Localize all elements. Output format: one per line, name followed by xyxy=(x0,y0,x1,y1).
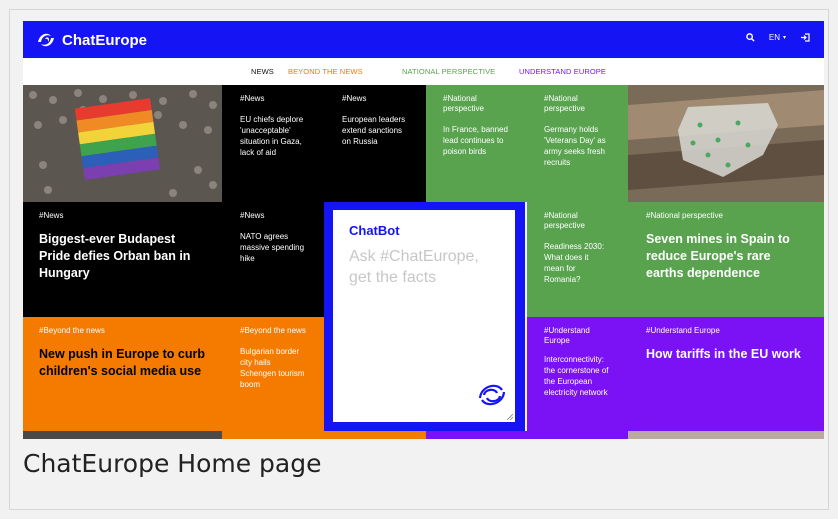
chateurope-logo-icon xyxy=(38,33,54,47)
national-tile-germany[interactable]: #National perspective Germany holds 'Vet… xyxy=(527,85,628,202)
tile-tag: #Beyond the news xyxy=(39,326,105,335)
screenshot-caption: ChatEurope Home page xyxy=(23,449,322,478)
site-logo[interactable]: ChatEurope xyxy=(35,29,147,51)
tile-headline: EU chiefs deplore 'unacceptable' situati… xyxy=(240,115,304,157)
tile-tag: #News xyxy=(240,94,265,103)
tile-tag: #News xyxy=(39,211,64,220)
tile-tag: #National perspective xyxy=(443,94,484,113)
tile-headline: How tariffs in the EU work xyxy=(646,347,801,361)
tile-headline: New push in Europe to curb children's so… xyxy=(39,347,205,378)
tile-tag: #National perspective xyxy=(646,211,723,220)
language-selector[interactable]: EN ▾ xyxy=(769,33,786,42)
tile-tag: #News xyxy=(342,94,367,103)
beyond-tile-social-media[interactable]: #Beyond the news New push in Europe to c… xyxy=(23,317,222,431)
tile-tag: #News xyxy=(240,211,265,220)
partial-tile-purple[interactable] xyxy=(426,431,527,439)
tile-tag: #Beyond the news xyxy=(240,326,306,335)
chatbot-prompt[interactable]: Ask #ChatEurope, get the facts xyxy=(349,246,499,288)
tile-headline: Readiness 2030: What does it mean for Ro… xyxy=(544,242,605,284)
tile-headline: Biggest-ever Budapest Pride defies Orban… xyxy=(39,232,191,280)
chevron-down-icon: ▾ xyxy=(782,35,786,41)
tile-headline: Germany holds 'Veterans Day' as army see… xyxy=(544,125,606,167)
nav-understand-europe[interactable]: UNDERSTAND EUROPE xyxy=(519,67,606,76)
pride-crowd-illustration xyxy=(23,85,222,202)
nav-national-perspective[interactable]: NATIONAL PERSPECTIVE xyxy=(402,67,495,76)
national-tile-spain-mines[interactable]: #National perspective Seven mines in Spa… xyxy=(628,202,824,317)
tile-tag: #Understand Europe xyxy=(544,326,590,345)
tile-headline: In France, banned lead continues to pois… xyxy=(443,125,508,156)
partial-tile-purple-2[interactable] xyxy=(527,431,628,439)
section-nav: NEWS BEYOND THE NEWS NATIONAL PERSPECTIV… xyxy=(23,58,824,85)
mine-map-illustration xyxy=(628,85,824,202)
mine-image[interactable] xyxy=(628,85,824,202)
language-label: EN xyxy=(768,33,780,42)
chatbot-panel[interactable]: ChatBot Ask #ChatEurope, get the facts xyxy=(324,202,525,431)
nav-beyond-the-news[interactable]: BEYOND THE NEWS xyxy=(288,67,363,76)
beyond-tile-bulgaria[interactable]: #Beyond the news Bulgarian border city h… xyxy=(222,317,324,431)
news-tile-sanctions[interactable]: #News European leaders extend sanctions … xyxy=(324,85,426,202)
national-tile-romania[interactable]: #National perspective Readiness 2030: Wh… xyxy=(527,202,628,317)
pride-crowd-image[interactable] xyxy=(23,85,222,202)
site-name: ChatEurope xyxy=(62,31,148,49)
tile-headline: Interconnectivity: the cornerstone of th… xyxy=(544,355,609,397)
chatbot-card[interactable]: ChatBot Ask #ChatEurope, get the facts xyxy=(333,210,515,422)
understand-tile-tariffs[interactable]: #Understand Europe How tariffs in the EU… xyxy=(628,317,824,431)
chateurope-emblem-icon xyxy=(478,384,506,406)
nav-news[interactable]: NEWS xyxy=(251,67,274,76)
chatbot-title: ChatBot xyxy=(349,223,400,238)
national-tile-france[interactable]: #National perspective In France, banned … xyxy=(426,85,527,202)
tile-tag: #National perspective xyxy=(544,94,585,113)
understand-tile-electricity[interactable]: #Understand Europe Interconnectivity: th… xyxy=(527,317,628,431)
news-tile-nato[interactable]: #News NATO agrees massive spending hike xyxy=(222,202,324,317)
partial-tile-image-2[interactable] xyxy=(628,431,824,439)
tile-headline: Seven mines in Spain to reduce Europe's … xyxy=(646,232,790,280)
partial-tile-image[interactable] xyxy=(23,431,222,439)
tile-headline: European leaders extend sanctions on Rus… xyxy=(342,115,406,146)
tile-headline: Bulgarian border city hails Schengen tou… xyxy=(240,347,305,389)
resize-handle-icon[interactable] xyxy=(507,414,513,420)
tile-tag: #Understand Europe xyxy=(646,326,720,335)
news-tile-gaza[interactable]: #News EU chiefs deplore 'unacceptable' s… xyxy=(222,85,324,202)
tile-tag: #National perspective xyxy=(544,211,585,230)
search-icon[interactable] xyxy=(746,33,755,42)
partial-tile-orange[interactable] xyxy=(222,431,324,439)
sign-in-icon[interactable] xyxy=(800,33,810,42)
partial-tile-orange-2[interactable] xyxy=(324,431,426,439)
top-bar: ChatEurope EN ▾ xyxy=(23,21,824,58)
tile-headline: NATO agrees massive spending hike xyxy=(240,232,305,263)
news-tile-budapest-pride[interactable]: #News Biggest-ever Budapest Pride defies… xyxy=(23,202,222,317)
